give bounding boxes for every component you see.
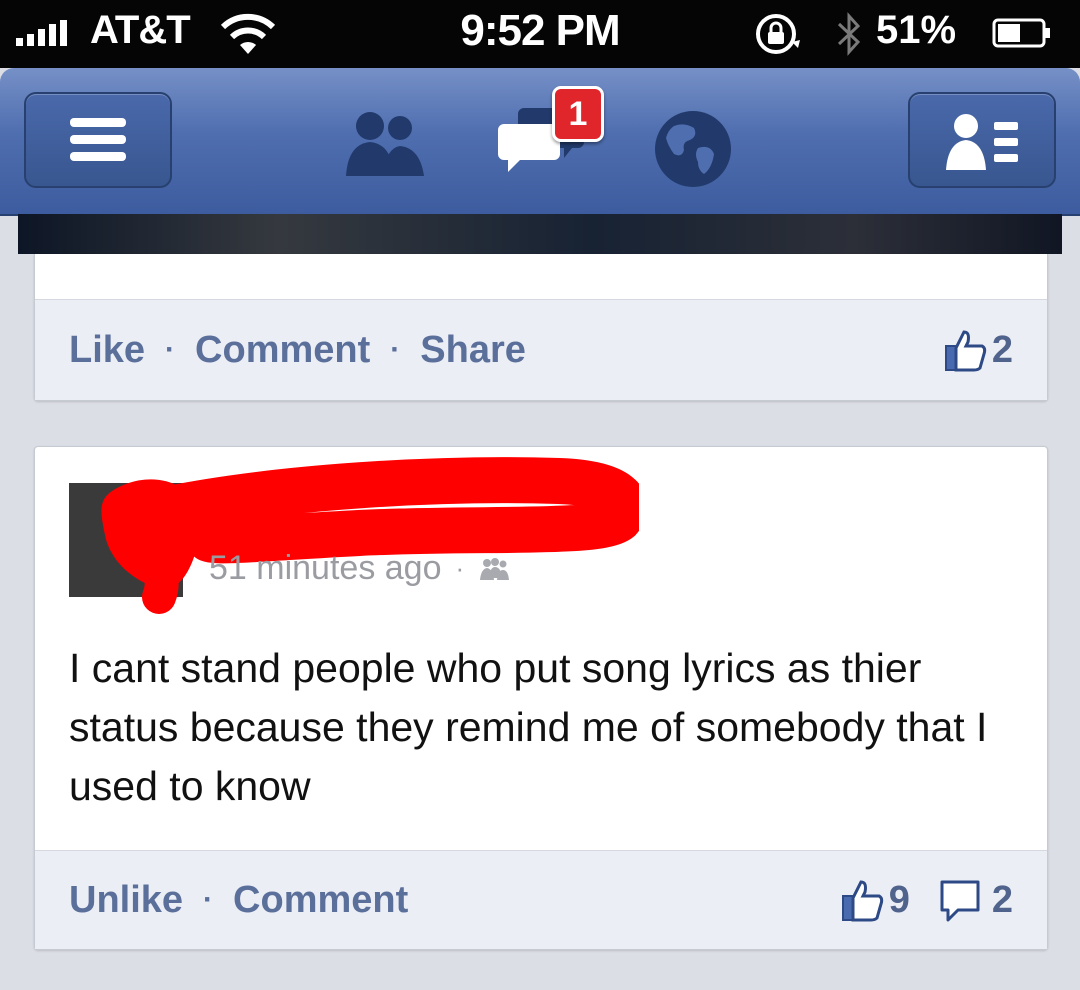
separator: · bbox=[455, 553, 465, 583]
like-count[interactable]: 9 bbox=[889, 879, 910, 922]
comment-count[interactable]: 2 bbox=[992, 879, 1013, 922]
post-text: I cant stand people who put song lyrics … bbox=[69, 645, 988, 809]
redaction-scribble bbox=[101, 457, 639, 614]
like-count: 2 bbox=[991, 328, 1013, 371]
like-count-button[interactable]: 2 bbox=[944, 300, 1013, 400]
like-link[interactable]: Like bbox=[69, 329, 145, 372]
previous-post-action-bar: Like · Comment · Share 2 bbox=[35, 299, 1047, 400]
post-meta: 51 minutes ago · bbox=[209, 549, 510, 588]
unlike-link[interactable]: Unlike bbox=[69, 879, 183, 922]
separator: · bbox=[165, 333, 176, 366]
messages-button[interactable]: 1 bbox=[496, 86, 606, 186]
friend-requests-icon[interactable] bbox=[340, 106, 430, 178]
nav-bar: 1 bbox=[0, 68, 1080, 214]
notification-count: 1 bbox=[568, 94, 588, 133]
post-action-bar: Unlike · Comment 9 2 bbox=[35, 850, 1047, 949]
separator: · bbox=[390, 333, 401, 366]
notification-badge: 1 bbox=[552, 86, 604, 142]
share-link[interactable]: Share bbox=[420, 329, 526, 372]
friends-audience-icon[interactable] bbox=[478, 556, 510, 582]
status-bar: AT&T 9:52 PM 51% bbox=[0, 0, 1080, 68]
previous-post-photo[interactable] bbox=[18, 214, 1062, 254]
menu-button[interactable] bbox=[24, 92, 172, 188]
contacts-button[interactable] bbox=[908, 92, 1056, 188]
thumbs-up-icon[interactable] bbox=[841, 878, 885, 922]
bluetooth-icon bbox=[837, 12, 861, 56]
separator: · bbox=[203, 883, 214, 916]
battery-percentage: 51% bbox=[876, 8, 957, 52]
battery-icon bbox=[992, 18, 1050, 48]
menu-icon bbox=[70, 118, 126, 161]
comment-bubble-icon[interactable] bbox=[938, 878, 982, 922]
post-card: 51 minutes ago · I cant stand people who… bbox=[34, 446, 1048, 950]
post-counts: 9 2 bbox=[841, 851, 1013, 949]
previous-post-card: Like · Comment · Share 2 bbox=[34, 254, 1048, 401]
comment-link[interactable]: Comment bbox=[195, 329, 370, 372]
rotation-lock-icon bbox=[756, 14, 800, 54]
notifications-globe-icon[interactable] bbox=[652, 108, 734, 190]
comment-link[interactable]: Comment bbox=[233, 879, 408, 922]
contacts-icon bbox=[946, 114, 1018, 170]
thumbs-up-icon bbox=[944, 330, 987, 372]
post-timestamp[interactable]: 51 minutes ago bbox=[209, 549, 442, 588]
